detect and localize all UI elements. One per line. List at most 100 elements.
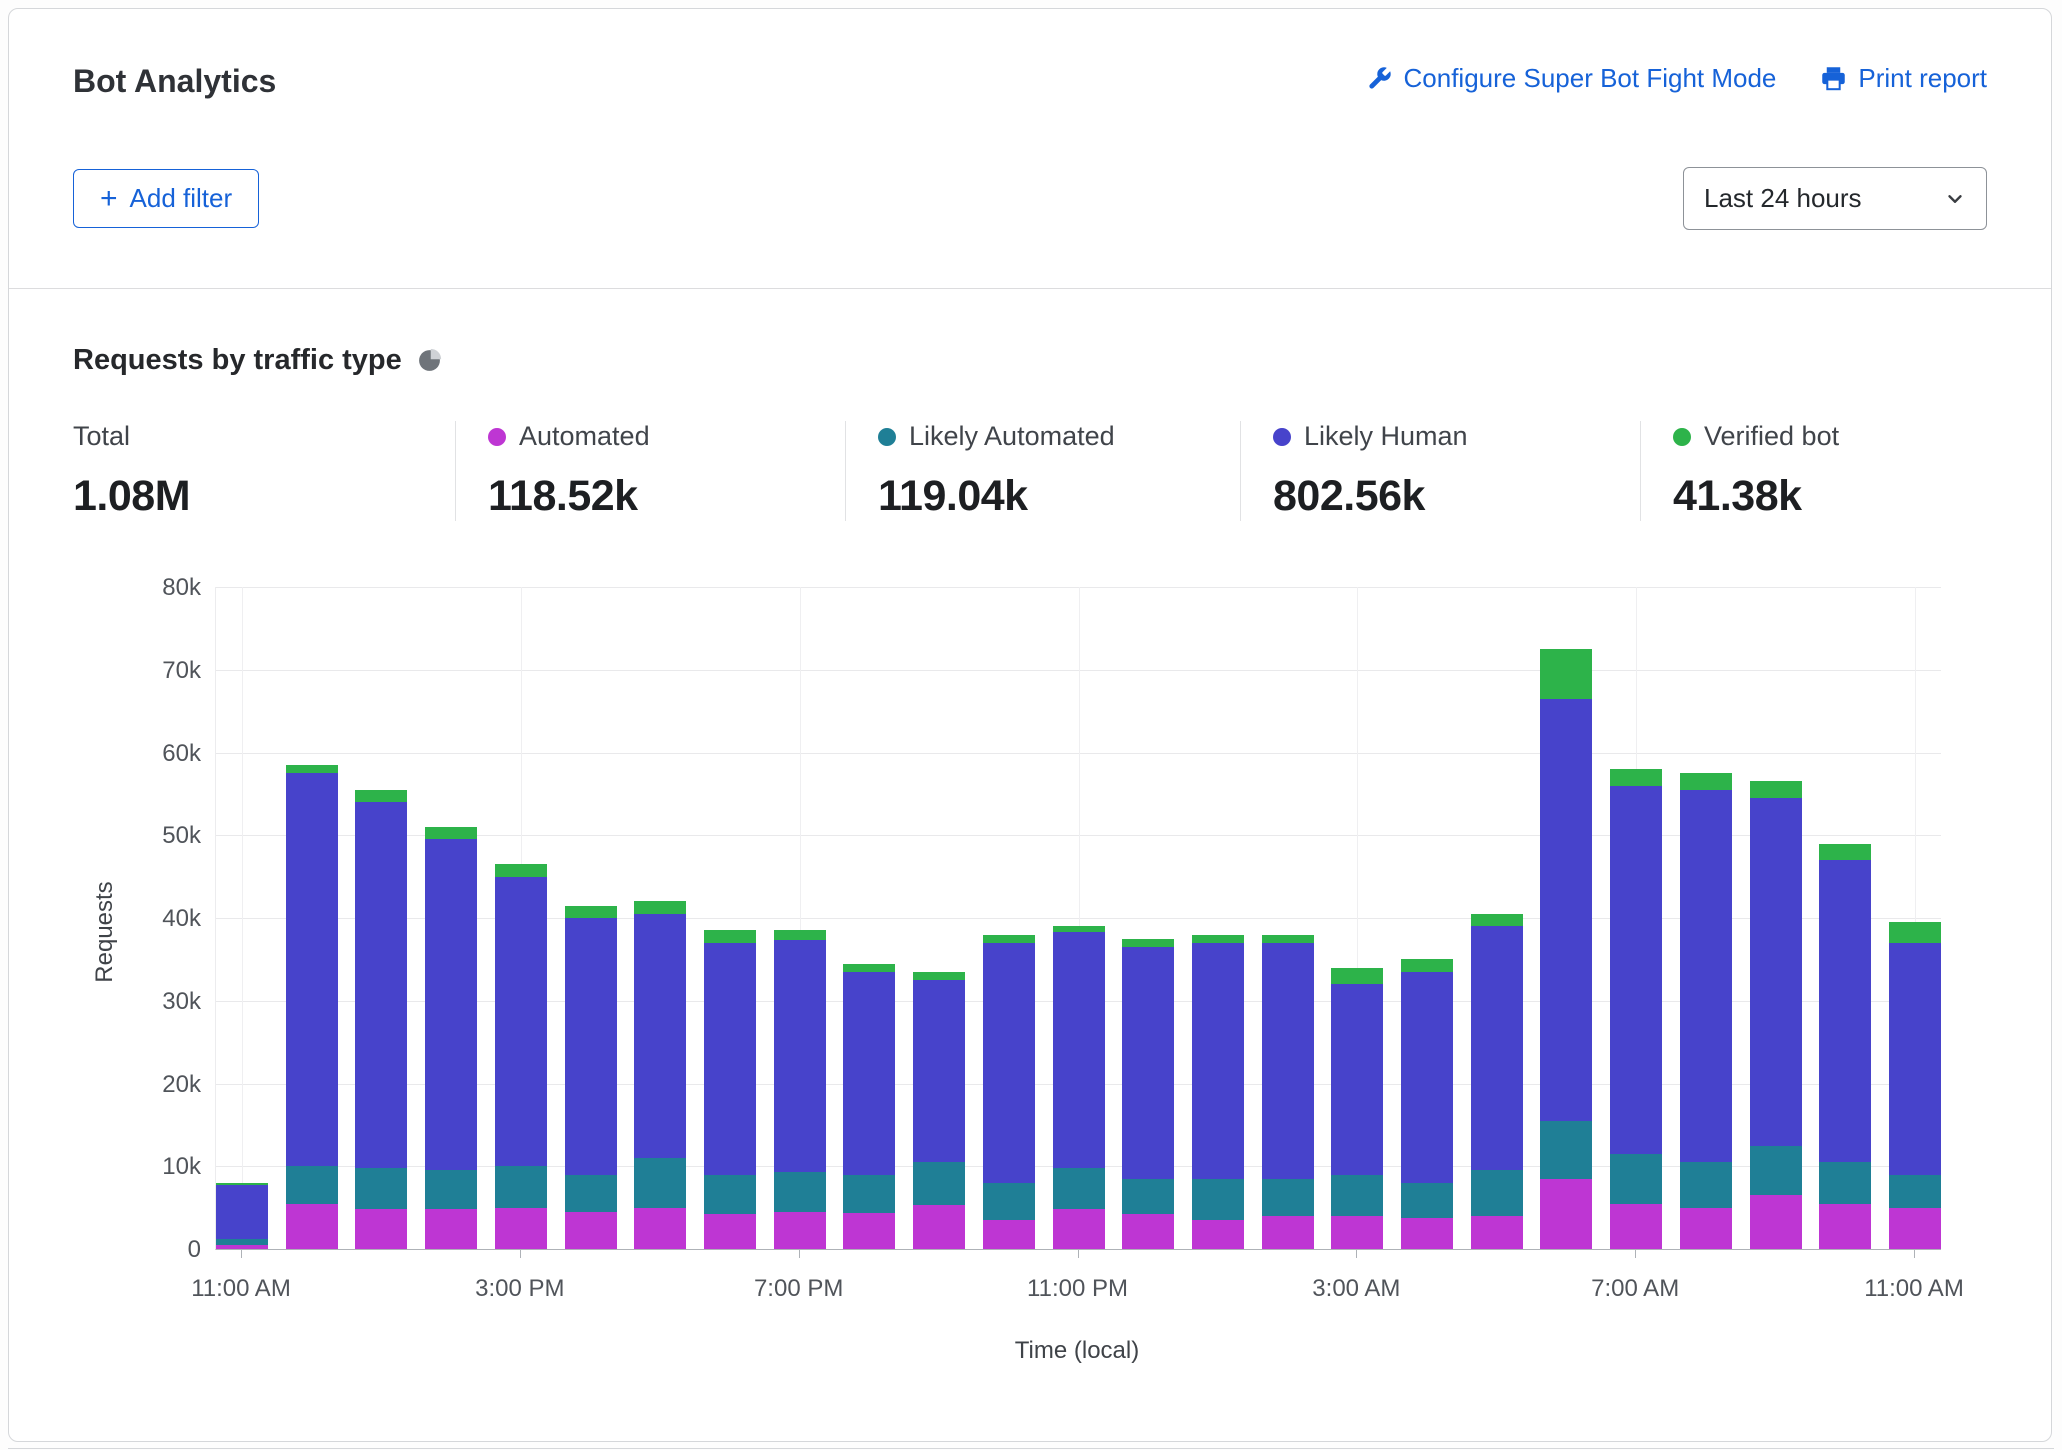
bar-4-00-am[interactable] [1401, 959, 1453, 1249]
segment-automated [1750, 1195, 1802, 1249]
stat-label: Automated [488, 421, 821, 452]
x-tick-label: 3:00 AM [1312, 1275, 1400, 1303]
segment-verified-bot [843, 964, 895, 972]
segment-likely-human [1540, 699, 1592, 1121]
segment-likely-automated [843, 1175, 895, 1214]
segment-verified-bot [983, 935, 1035, 943]
bar-4-00-pm[interactable] [565, 906, 617, 1249]
x-tick-label: 7:00 AM [1591, 1275, 1679, 1303]
y-tick-label: 20k [101, 1071, 201, 1099]
segment-likely-human [495, 877, 547, 1167]
plus-icon: + [100, 186, 118, 212]
bar-10-00-am[interactable] [1819, 844, 1871, 1249]
section-title: Requests by traffic type [73, 344, 402, 377]
segment-likely-automated [1471, 1170, 1523, 1216]
segment-verified-bot [286, 765, 338, 773]
segment-automated [1680, 1208, 1732, 1249]
bar-12-00-am[interactable] [1122, 939, 1174, 1249]
bar-3-00-pm[interactable] [495, 864, 547, 1249]
bar-9-00-am[interactable] [1750, 781, 1802, 1249]
segment-automated [704, 1214, 756, 1249]
bar-2-00-pm[interactable] [425, 827, 477, 1249]
segment-automated [1053, 1209, 1105, 1249]
printer-icon [1820, 65, 1847, 92]
segment-automated [1262, 1216, 1314, 1249]
segment-likely-human [355, 802, 407, 1168]
stat-likely-automated[interactable]: Likely Automated 119.04k [845, 421, 1240, 521]
segment-likely-human [286, 773, 338, 1166]
configure-super-bot-fight-mode-link[interactable]: Configure Super Bot Fight Mode [1366, 63, 1777, 94]
bar-2-00-am[interactable] [1262, 935, 1314, 1249]
segment-likely-automated [565, 1175, 617, 1212]
bar-9-00-pm[interactable] [913, 972, 965, 1249]
bar-8-00-am[interactable] [1680, 773, 1732, 1249]
automated-legend-dot [488, 428, 506, 446]
stat-likely-human[interactable]: Likely Human 802.56k [1240, 421, 1640, 521]
segment-likely-human [843, 972, 895, 1175]
segment-likely-human [1122, 947, 1174, 1179]
segment-likely-automated [634, 1158, 686, 1208]
segment-likely-automated [495, 1166, 547, 1207]
segment-verified-bot [1122, 939, 1174, 947]
segment-likely-automated [1889, 1175, 1941, 1208]
bar-7-00-pm[interactable] [774, 930, 826, 1249]
bar-7-00-am[interactable] [1610, 769, 1662, 1249]
bar-6-00-pm[interactable] [704, 930, 756, 1249]
pie-chart-icon [417, 348, 442, 373]
add-filter-button[interactable]: + Add filter [73, 169, 259, 228]
wrench-icon [1366, 65, 1393, 92]
likely-automated-legend-dot [878, 428, 896, 446]
segment-likely-human [216, 1185, 268, 1239]
bar-11-00-pm[interactable] [1053, 926, 1105, 1249]
y-tick-label: 80k [101, 574, 201, 602]
segment-likely-human [425, 839, 477, 1170]
segment-automated [565, 1212, 617, 1249]
stat-value: 1.08M [73, 472, 431, 521]
segment-automated [913, 1205, 965, 1249]
next-card-top-edge [8, 1448, 2054, 1449]
print-report-link[interactable]: Print report [1820, 63, 1987, 94]
segment-automated [1819, 1204, 1871, 1250]
bar-1-00-am[interactable] [1192, 935, 1244, 1249]
segment-automated [1540, 1179, 1592, 1249]
stat-total: Total 1.08M [73, 421, 455, 521]
stat-label: Verified bot [1673, 421, 1963, 452]
stat-verified-bot[interactable]: Verified bot 41.38k [1640, 421, 1987, 521]
bot-analytics-card: Bot Analytics Configure Super Bot Fight … [8, 8, 2052, 1442]
bar-8-00-pm[interactable] [843, 964, 895, 1249]
segment-automated [1331, 1216, 1383, 1249]
stat-automated[interactable]: Automated 118.52k [455, 421, 845, 521]
x-tick-label: 11:00 AM [191, 1275, 291, 1303]
segment-verified-bot [425, 827, 477, 839]
segment-verified-bot [1192, 935, 1244, 943]
segment-automated [1401, 1218, 1453, 1249]
segment-likely-human [634, 914, 686, 1158]
segment-likely-automated [1680, 1162, 1732, 1208]
segment-automated [1192, 1220, 1244, 1249]
stat-value: 41.38k [1673, 472, 1963, 521]
segment-likely-human [1401, 972, 1453, 1183]
bar-11-00-am[interactable] [216, 1183, 268, 1249]
y-tick-label: 50k [101, 822, 201, 850]
segment-verified-bot [1819, 844, 1871, 861]
bar-6-00-am[interactable] [1540, 649, 1592, 1249]
bar-5-00-pm[interactable] [634, 901, 686, 1249]
segment-verified-bot [913, 972, 965, 980]
bar-12-00-pm[interactable] [286, 765, 338, 1249]
card-header: Bot Analytics Configure Super Bot Fight … [9, 9, 2051, 289]
x-axis-title: Time (local) [1015, 1337, 1139, 1365]
stat-value: 118.52k [488, 472, 821, 521]
segment-automated [1889, 1208, 1941, 1249]
segment-likely-human [1819, 860, 1871, 1162]
segment-likely-automated [286, 1166, 338, 1203]
bar-10-00-pm[interactable] [983, 935, 1035, 1249]
bar-3-00-am[interactable] [1331, 968, 1383, 1249]
bar-11-00-am[interactable] [1889, 922, 1941, 1249]
bar-5-00-am[interactable] [1471, 914, 1523, 1249]
time-range-select[interactable]: Last 24 hours [1683, 167, 1987, 230]
bar-1-00-pm[interactable] [355, 790, 407, 1249]
y-tick-label: 70k [101, 657, 201, 685]
segment-verified-bot [1540, 649, 1592, 699]
stat-value: 119.04k [878, 472, 1216, 521]
segment-likely-human [1680, 790, 1732, 1162]
